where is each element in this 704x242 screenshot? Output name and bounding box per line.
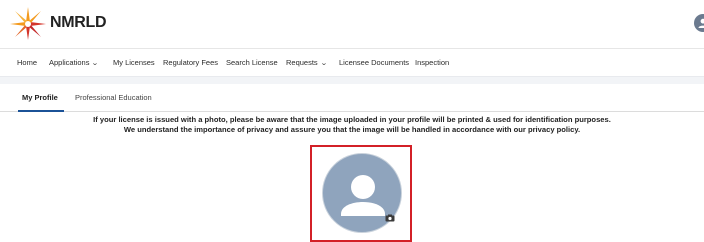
- nav-label-licensee-documents: Licensee Documents: [339, 58, 410, 67]
- top-header: NMRLD: [0, 0, 704, 48]
- nav-item-applications[interactable]: Applications ⌄: [49, 58, 100, 67]
- camera-icon[interactable]: [385, 214, 395, 222]
- photo-notice-line-2: We understand the importance of privacy …: [123, 125, 581, 134]
- nav-label-regulatory-fees: Regulatory Fees: [163, 58, 219, 67]
- nav-label-applications: Applications: [49, 58, 90, 67]
- nav-item-licensee-documents[interactable]: Licensee Documents: [339, 58, 409, 67]
- photo-notice-line-1: If your license is issued with a photo, …: [93, 115, 611, 124]
- nav-label-requests: Requests: [286, 58, 318, 67]
- nav-item-inspection[interactable]: Inspection: [415, 58, 449, 67]
- nav-item-regulatory-fees[interactable]: Regulatory Fees: [163, 58, 218, 67]
- nav-item-my-licenses[interactable]: My Licenses: [113, 58, 155, 67]
- sunburst-logo-icon[interactable]: [9, 6, 47, 40]
- profile-tabs: My Profile Professional Education: [0, 84, 704, 112]
- nav-label-inspection: Inspection: [415, 58, 450, 67]
- profile-panel: My Profile Professional Education If you…: [0, 84, 704, 242]
- nav-label-my-licenses: My Licenses: [113, 58, 155, 67]
- main-navigation: Home Applications ⌄ My Licenses Regulator…: [0, 48, 704, 76]
- chevron-down-icon: ⌄: [91, 60, 100, 67]
- profile-photo-highlight: [310, 145, 412, 242]
- active-tab-indicator: [18, 110, 64, 112]
- section-divider: [0, 76, 704, 84]
- tab-professional-education[interactable]: Professional Education: [75, 93, 152, 102]
- nav-item-search-license[interactable]: Search License: [226, 58, 278, 67]
- brand-name[interactable]: NMRLD: [50, 14, 107, 32]
- nav-item-requests[interactable]: Requests ⌄: [286, 58, 327, 67]
- nav-label-search-license: Search License: [226, 58, 278, 67]
- nav-item-home[interactable]: Home: [17, 58, 37, 67]
- user-avatar-icon[interactable]: [694, 14, 704, 32]
- nav-label-home: Home: [17, 58, 38, 67]
- chevron-down-icon: ⌄: [319, 60, 328, 67]
- tab-my-profile[interactable]: My Profile: [22, 93, 58, 102]
